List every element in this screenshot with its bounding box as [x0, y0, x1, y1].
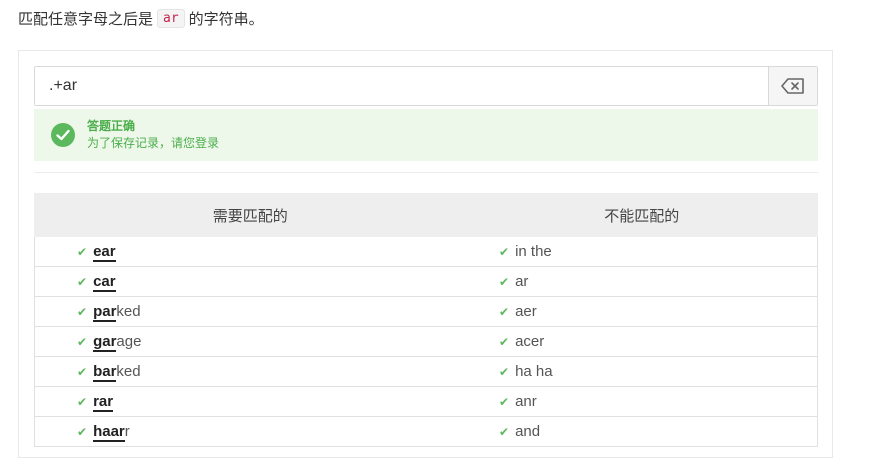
- match-highlight: rar: [93, 393, 114, 412]
- check-icon: ✔: [77, 365, 88, 379]
- nomatch-text: acer: [515, 333, 545, 350]
- check-icon: ✔: [77, 275, 88, 289]
- match-cell: ✔ parked: [34, 296, 466, 327]
- check-icon: ✔: [77, 425, 88, 439]
- check-icon: ✔: [499, 275, 510, 289]
- nomatch-cell: ✔ ha ha: [466, 356, 818, 387]
- match-highlight: gar: [93, 333, 117, 352]
- exercise-panel: 答题正确 为了保存记录，请您登录 需要匹配的 不能匹配的 ✔ ear ✔ in the…: [18, 50, 833, 458]
- check-icon: ✔: [77, 245, 88, 259]
- match-highlight: bar: [93, 363, 117, 382]
- nomatch-text: ha ha: [515, 363, 553, 380]
- match-highlight: par: [93, 303, 117, 322]
- match-cell: ✔ garage: [34, 326, 466, 357]
- regex-input-row: [34, 66, 818, 106]
- table-row: ✔ ear ✔ in the: [34, 236, 818, 267]
- nomatch-cell: ✔ aer: [466, 296, 818, 327]
- match-rest: ked: [116, 363, 141, 380]
- check-icon: ✔: [77, 305, 88, 319]
- nomatch-cell: ✔ and: [466, 416, 818, 447]
- check-icon: ✔: [77, 395, 88, 409]
- success-subtitle: 为了保存记录，请您登录: [87, 136, 220, 150]
- match-cell: ✔ car: [34, 266, 466, 297]
- table-row: ✔ rar ✔ anr: [34, 386, 818, 417]
- table-row: ✔ parked ✔ aer: [34, 296, 818, 327]
- check-icon: ✔: [499, 335, 510, 349]
- nomatch-text: and: [515, 423, 541, 440]
- check-icon: ✔: [499, 245, 510, 259]
- check-icon: ✔: [499, 305, 510, 319]
- test-cases-table: 需要匹配的 不能匹配的 ✔ ear ✔ in the ✔ car ✔ ar ✔ parked ✔ ae…: [34, 193, 818, 447]
- table-row: ✔ barked ✔ ha ha: [34, 356, 818, 387]
- nomatch-text: aer: [515, 303, 537, 320]
- instruction-code: ar: [157, 9, 185, 28]
- check-icon: ✔: [77, 335, 88, 349]
- match-highlight: car: [93, 273, 116, 292]
- nomatch-cell: ✔ ar: [466, 266, 818, 297]
- check-icon: ✔: [499, 425, 510, 439]
- table-row: ✔ car ✔ ar: [34, 266, 818, 297]
- backspace-icon: [781, 78, 804, 94]
- table-row: ✔ garage ✔ acer: [34, 326, 818, 357]
- nomatch-text: in the: [515, 243, 552, 260]
- header-should-not-match: 不能匹配的: [465, 193, 818, 237]
- match-cell: ✔ haarr: [34, 416, 466, 447]
- nomatch-cell: ✔ anr: [466, 386, 818, 417]
- match-rest: ked: [116, 303, 141, 320]
- instruction-prefix: 匹配任意字母之后是: [18, 11, 154, 28]
- check-circle-icon: [51, 123, 75, 147]
- match-rest: r: [124, 423, 130, 440]
- match-highlight: ear: [93, 243, 116, 262]
- nomatch-cell: ✔ in the: [466, 236, 818, 267]
- match-cell: ✔ ear: [34, 236, 466, 267]
- nomatch-cell: ✔ acer: [466, 326, 818, 357]
- instruction: 匹配任意字母之后是 ar 的字符串。: [18, 8, 264, 29]
- instruction-suffix: 的字符串。: [188, 11, 264, 28]
- divider: [34, 172, 818, 173]
- check-icon: ✔: [499, 395, 510, 409]
- match-cell: ✔ rar: [34, 386, 466, 417]
- header-should-match: 需要匹配的: [34, 193, 467, 237]
- nomatch-text: ar: [515, 273, 529, 290]
- clear-button[interactable]: [768, 67, 817, 105]
- nomatch-text: anr: [515, 393, 537, 410]
- match-rest: age: [116, 333, 142, 350]
- success-title: 答题正确: [87, 119, 136, 133]
- match-cell: ✔ barked: [34, 356, 466, 387]
- check-icon: ✔: [499, 365, 510, 379]
- regex-input[interactable]: [35, 67, 768, 105]
- success-message: 答题正确 为了保存记录，请您登录: [34, 109, 818, 161]
- table-row: ✔ haarr ✔ and: [34, 416, 818, 447]
- match-highlight: haar: [93, 423, 125, 442]
